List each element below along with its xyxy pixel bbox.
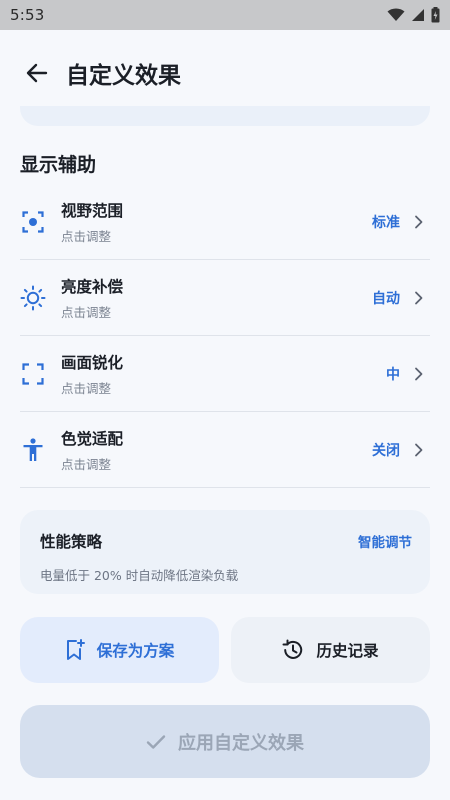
accessibility-icon: [23, 437, 43, 461]
setting-subtitle: 点击调整: [61, 456, 112, 472]
battery-icon: [431, 7, 440, 23]
performance-description: 电量低于 20% 时自动降低渲染负载: [40, 568, 239, 583]
setting-title: 亮度补偿: [61, 277, 124, 296]
save-preset-button[interactable]: 保存为方案: [20, 617, 219, 683]
performance-title: 性能策略: [40, 533, 103, 551]
save-preset-label: 保存为方案: [96, 642, 175, 660]
setting-row-field-of-view[interactable]: 视野范围 点击调整 标准: [20, 184, 430, 260]
cellular-signal-icon: [412, 9, 424, 21]
performance-mode-link[interactable]: 智能调节: [358, 531, 412, 551]
history-icon: [282, 639, 303, 659]
history-label: 历史记录: [316, 642, 379, 660]
setting-value: 自动: [372, 290, 400, 307]
arrow-left-icon: [26, 63, 48, 83]
status-icons: [387, 7, 440, 23]
chevron-right-icon: [415, 367, 423, 380]
setting-row-brightness-compensation[interactable]: 亮度补偿 点击调整 自动: [20, 260, 430, 336]
wifi-icon: [387, 8, 405, 21]
scrolled-card-edge: [20, 106, 430, 126]
app-bar: 自定义效果: [0, 30, 450, 116]
focus-icon: [22, 210, 44, 233]
status-bar: 5:53: [0, 0, 450, 30]
setting-value: 标准: [372, 214, 400, 231]
brightness-icon: [20, 285, 46, 310]
frame-corners-icon: [22, 362, 44, 385]
setting-title: 画面锐化: [61, 353, 124, 372]
bookmark-add-icon: [66, 639, 85, 660]
apply-label: 应用自定义效果: [178, 732, 304, 754]
setting-value: 关闭: [372, 442, 400, 459]
section-title: 显示辅助: [20, 154, 97, 176]
chevron-right-icon: [415, 443, 423, 456]
status-time: 5:53: [10, 6, 45, 24]
settings-list: 视野范围 点击调整 标准 亮度补偿 点击调整 自动 画面锐化 点击调整 中 色觉…: [20, 184, 430, 488]
setting-title: 色觉适配: [61, 429, 124, 448]
page-title: 自定义效果: [66, 63, 181, 89]
setting-row-color-vision[interactable]: 色觉适配 点击调整 关闭: [20, 412, 430, 488]
history-button[interactable]: 历史记录: [231, 617, 430, 683]
performance-card: 性能策略 智能调节 电量低于 20% 时自动降低渲染负载: [20, 510, 430, 594]
setting-subtitle: 点击调整: [61, 304, 112, 320]
setting-row-sharpening[interactable]: 画面锐化 点击调整 中: [20, 336, 430, 412]
setting-subtitle: 点击调整: [61, 380, 112, 396]
apply-button[interactable]: 应用自定义效果: [20, 705, 430, 778]
chevron-right-icon: [415, 215, 423, 228]
setting-title: 视野范围: [61, 201, 124, 220]
chevron-right-icon: [415, 291, 423, 304]
action-button-row: 保存为方案 历史记录: [20, 617, 430, 683]
check-icon: [146, 734, 166, 749]
setting-value: 中: [386, 366, 400, 383]
setting-subtitle: 点击调整: [61, 228, 112, 244]
back-button[interactable]: [22, 58, 52, 88]
